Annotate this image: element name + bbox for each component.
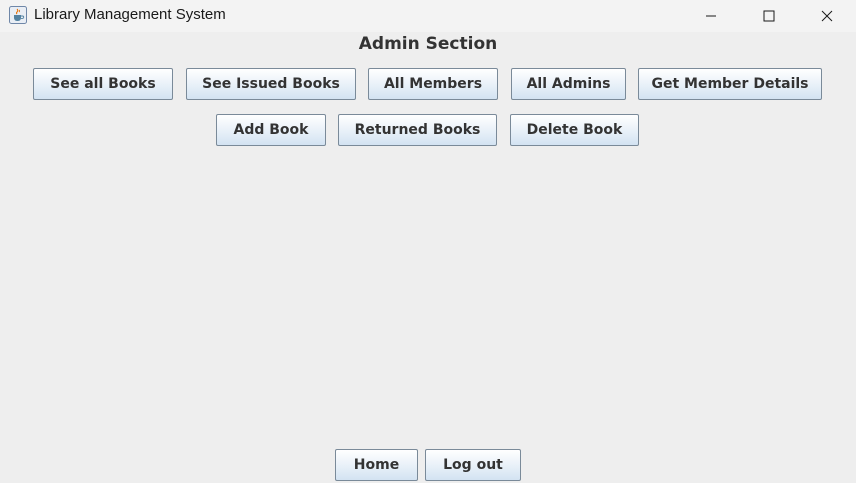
page-title: Admin Section [358,34,498,54]
delete-book-button[interactable]: Delete Book [510,114,639,146]
java-cup-icon [9,6,27,24]
window-titlebar: Library Management System [0,0,856,32]
see-issued-books-button[interactable]: See Issued Books [186,68,356,100]
add-book-button[interactable]: Add Book [216,114,326,146]
close-button[interactable] [798,0,856,32]
returned-books-button[interactable]: Returned Books [338,114,497,146]
all-admins-button[interactable]: All Admins [511,68,626,100]
minimize-button[interactable] [682,0,740,32]
get-member-details-button[interactable]: Get Member Details [638,68,822,100]
logout-button[interactable]: Log out [425,449,521,481]
minimize-icon [706,15,716,17]
home-button[interactable]: Home [335,449,418,481]
window-title: Library Management System [34,6,226,23]
see-all-books-button[interactable]: See all Books [33,68,173,100]
all-members-button[interactable]: All Members [368,68,498,100]
close-icon [821,10,833,22]
maximize-button[interactable] [740,0,798,32]
maximize-icon [763,10,775,22]
